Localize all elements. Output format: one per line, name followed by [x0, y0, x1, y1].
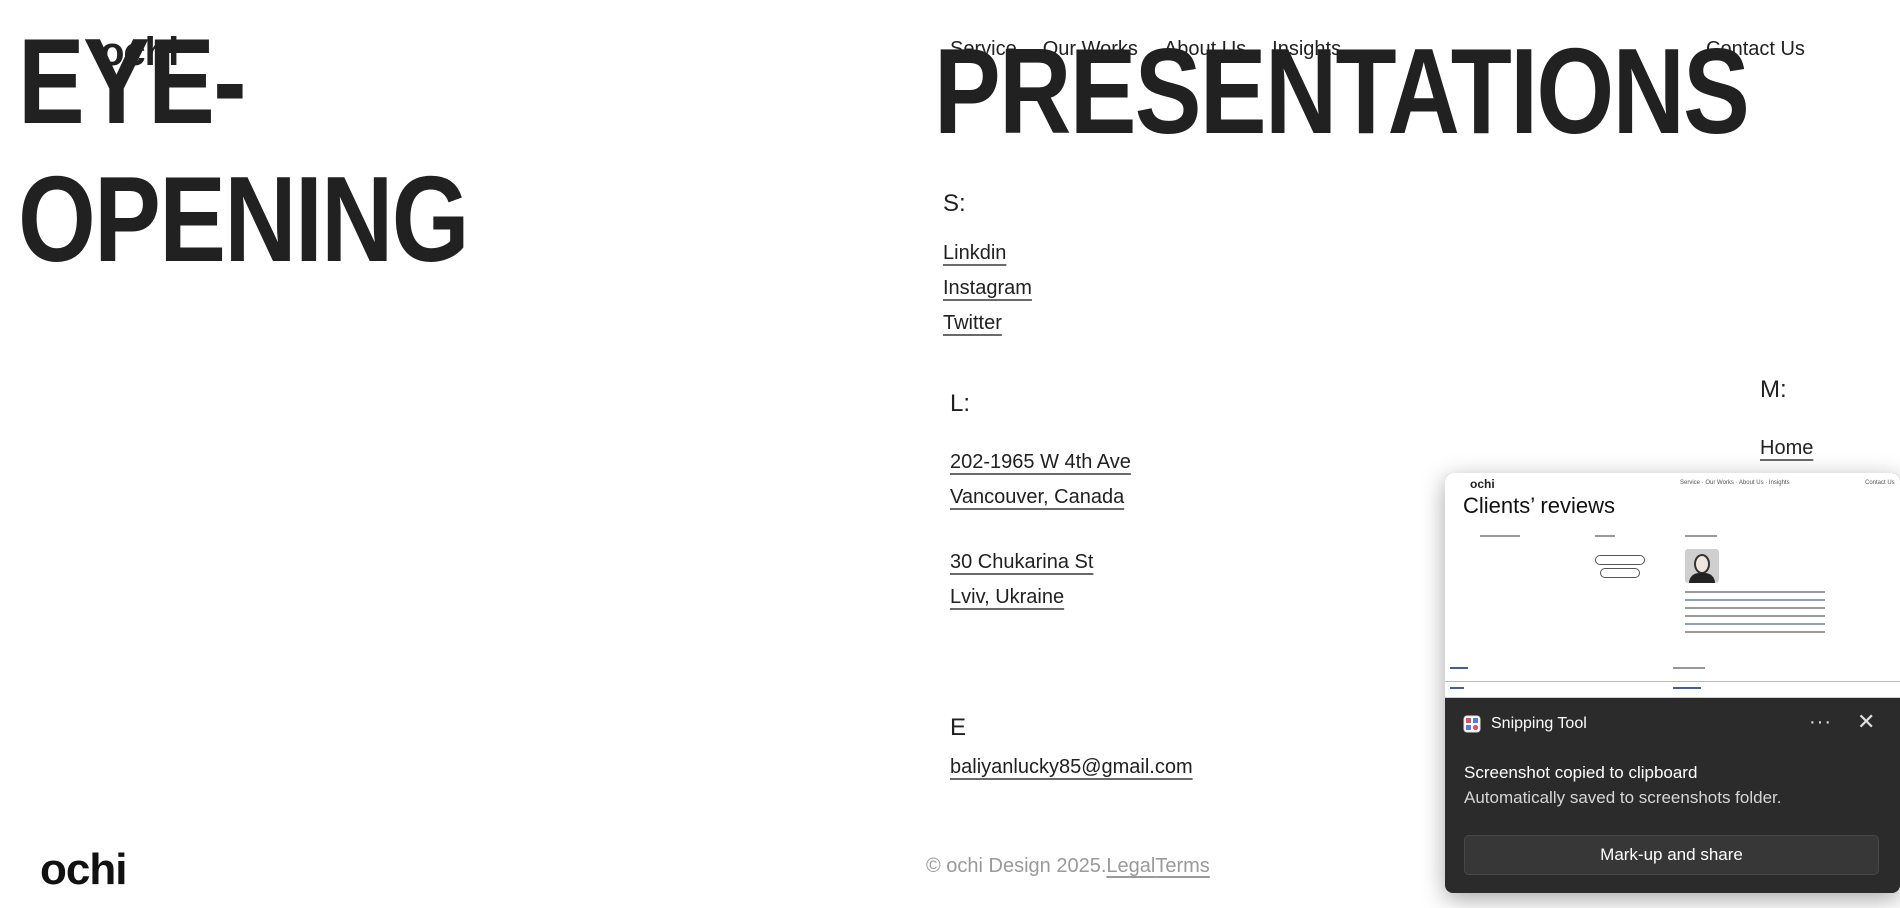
toast-app-header: Snipping Tool: [1463, 715, 1587, 733]
twitter-link[interactable]: Twitter: [943, 312, 1002, 335]
preview-pill: [1595, 555, 1645, 565]
preview-col-line: [1480, 535, 1520, 537]
toast-app-name: Snipping Tool: [1491, 715, 1587, 732]
screenshot-preview[interactable]: ochi Service · Our Works · About Us · In…: [1445, 473, 1900, 698]
toast-body: Automatically saved to screenshots folde…: [1464, 788, 1782, 807]
nav-item-insights[interactable]: Insights: [1272, 38, 1341, 61]
email-link[interactable]: baliyanlucky85@gmail.com: [950, 756, 1193, 779]
preview-col-line: [1685, 535, 1717, 537]
snipping-tool-notification[interactable]: ochi Service · Our Works · About Us · In…: [1445, 473, 1900, 893]
main-nav: Service Our Works About Us Insights: [950, 38, 1341, 61]
preview-logo: ochi: [1470, 477, 1495, 491]
instagram-link[interactable]: Instagram: [943, 277, 1032, 300]
email-label: E: [950, 714, 967, 741]
footer-logo[interactable]: ochi: [40, 845, 127, 895]
preview-footer-line: [1673, 687, 1701, 689]
nav-item-service[interactable]: Service: [950, 38, 1017, 61]
hero-heading-opening: OPENING: [18, 151, 470, 287]
preview-review-text: [1685, 591, 1825, 639]
copyright-text: © ochi Design 2025.: [926, 855, 1107, 877]
nav-logo[interactable]: ochi: [100, 30, 179, 75]
preview-contact: Contact Us: [1865, 480, 1895, 486]
legal-link[interactable]: Legal: [1106, 855, 1155, 877]
preview-nav: Service · Our Works · About Us · Insight…: [1680, 480, 1790, 486]
preview-title: Clients’ reviews: [1463, 493, 1616, 518]
locations-label: L:: [950, 390, 971, 417]
preview-footer-line: [1450, 667, 1468, 669]
socials-label: S:: [943, 190, 966, 217]
address-vancouver-city[interactable]: Vancouver, Canada: [950, 486, 1124, 509]
more-icon[interactable]: ···: [1809, 711, 1832, 734]
linkedin-link[interactable]: Linkdin: [943, 242, 1006, 265]
snipping-tool-icon: [1463, 715, 1481, 733]
copyright: © ochi Design 2025.LegalTerms: [926, 855, 1210, 878]
menu-home-link[interactable]: Home: [1760, 437, 1813, 460]
close-icon[interactable]: ✕: [1857, 709, 1875, 735]
preview-footer-line: [1673, 667, 1705, 669]
menu-label: M:: [1760, 376, 1787, 403]
nav-item-our-works[interactable]: Our Works: [1043, 38, 1138, 61]
preview-col-line: [1595, 535, 1615, 537]
toast-title: Screenshot copied to clipboard: [1464, 763, 1698, 782]
address-vancouver-street[interactable]: 202-1965 W 4th Ave: [950, 451, 1131, 474]
markup-share-button[interactable]: Mark-up and share: [1464, 835, 1879, 875]
address-lviv-city[interactable]: Lviv, Ukraine: [950, 586, 1064, 609]
nav-item-about-us[interactable]: About Us: [1164, 38, 1246, 61]
terms-link[interactable]: Terms: [1155, 855, 1209, 877]
address-lviv-street[interactable]: 30 Chukarina St: [950, 551, 1093, 574]
preview-footer-line: [1450, 687, 1464, 689]
preview-pill: [1600, 568, 1640, 578]
contact-us-link[interactable]: Contact Us: [1706, 38, 1805, 61]
preview-divider: [1445, 681, 1900, 682]
preview-avatar: [1685, 549, 1719, 583]
